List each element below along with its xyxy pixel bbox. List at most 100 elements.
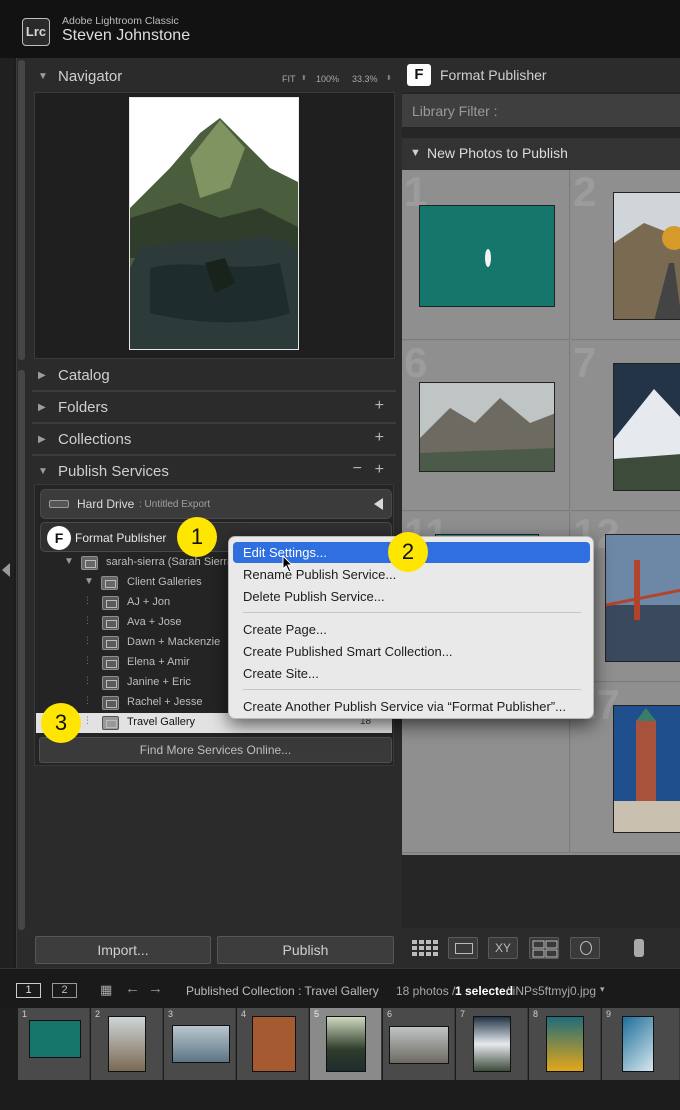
left-panel-scrollbar-lower[interactable] [18, 370, 25, 930]
grid-cell[interactable]: 2 [571, 168, 680, 340]
expand-dots-icon[interactable]: ⋮ [83, 595, 92, 606]
zoom-fit-arrows-icon[interactable]: ⬍ [301, 74, 307, 82]
monitor-1-button[interactable]: 1 [16, 983, 41, 998]
collapse-triangle-icon[interactable]: ▼ [64, 556, 74, 567]
hard-drive-service[interactable]: Hard Drive : Untitled Export [40, 489, 392, 519]
people-view-icon[interactable] [570, 937, 600, 959]
find-more-services-button[interactable]: Find More Services Online... [39, 737, 392, 763]
gallery-name: Dawn + Mackenzie [127, 636, 221, 648]
film-thumb-selected[interactable]: 5 [310, 1008, 382, 1080]
grid-cell[interactable]: 7 [571, 339, 680, 511]
gallery-name: Janine + Eric [127, 676, 191, 688]
left-panel-scrollbar[interactable] [18, 60, 25, 360]
expand-dots-icon[interactable]: ⋮ [83, 655, 92, 666]
road-image [614, 193, 680, 319]
film-thumb[interactable]: 3 [164, 1008, 236, 1080]
boat-image [420, 206, 554, 306]
painter-icon[interactable] [624, 937, 654, 959]
grid-cell[interactable]: 6 [402, 339, 570, 511]
road-thumbnail[interactable] [613, 192, 680, 320]
expand-dots-icon[interactable]: ⋮ [83, 615, 92, 626]
publish-services-header[interactable]: ▼ Publish Services − + [32, 457, 396, 487]
zoom-100[interactable]: 100% [316, 74, 339, 84]
compare-view-icon[interactable]: XY [488, 937, 518, 959]
import-button[interactable]: Import... [35, 936, 211, 964]
navigator-image[interactable] [129, 97, 299, 350]
forward-arrow-icon[interactable]: → [148, 980, 163, 997]
callout-3: 3 [41, 703, 81, 743]
delete-service-menu-item[interactable]: Delete Publish Service... [233, 586, 590, 607]
create-another-service-menu-item[interactable]: Create Another Publish Service via “Form… [233, 696, 590, 717]
dropdown-arrow-icon[interactable]: ▾ [600, 984, 605, 995]
callout-2: 2 [388, 532, 428, 572]
user-name[interactable]: Steven Johnstone [62, 27, 190, 45]
grid-cell[interactable]: 1 [402, 168, 570, 340]
zoom-custom[interactable]: 33.3% [352, 74, 378, 84]
grid-icon[interactable]: ▦ [100, 982, 112, 998]
expand-dots-icon[interactable]: ⋮ [83, 695, 92, 706]
film-thumb[interactable]: 7 [456, 1008, 528, 1080]
film-thumb[interactable]: 2 [91, 1008, 163, 1080]
golden-gate-image [606, 535, 680, 661]
collection-path[interactable]: Published Collection : Travel Gallery [186, 984, 379, 998]
spray-can-glyph [634, 939, 644, 957]
catalog-title: Catalog [58, 367, 110, 384]
expand-triangle-icon[interactable]: ▶ [38, 370, 46, 381]
zoom-custom-arrows-icon[interactable]: ⬍ [386, 74, 392, 82]
published-collection-icon [102, 596, 119, 610]
collapse-left-panel-icon[interactable] [2, 563, 10, 577]
film-thumb[interactable]: 8 [529, 1008, 601, 1080]
collapse-triangle-icon[interactable]: ▼ [38, 71, 48, 82]
mouse-cursor-icon [282, 555, 294, 573]
survey-glyph [532, 940, 558, 958]
publish-button[interactable]: Publish [217, 936, 394, 964]
expand-triangle-icon[interactable]: ▶ [38, 434, 46, 445]
film-thumb[interactable]: 9 [602, 1008, 680, 1080]
boat-thumbnail[interactable] [419, 205, 555, 307]
format-publisher-header: F Format Publisher [402, 58, 680, 92]
add-service-icon[interactable]: + [375, 461, 384, 479]
venice-tower-thumbnail[interactable] [613, 705, 680, 833]
loupe-view-icon[interactable] [448, 937, 478, 959]
snowpeak-thumbnail[interactable] [613, 363, 680, 491]
back-arrow-icon[interactable]: ← [125, 980, 140, 997]
add-folder-icon[interactable]: + [375, 397, 384, 415]
folders-header[interactable]: ▶ Folders + [32, 393, 396, 423]
collapse-triangle-icon[interactable]: ▼ [410, 147, 421, 159]
create-page-menu-item[interactable]: Create Page... [233, 619, 590, 640]
survey-view-icon[interactable] [529, 937, 559, 959]
left-panel-edge[interactable] [0, 58, 14, 968]
film-thumb[interactable]: 4 [237, 1008, 309, 1080]
film-number: 5 [314, 1009, 320, 1019]
monitor-2-button[interactable]: 2 [52, 983, 77, 998]
create-smart-collection-menu-item[interactable]: Create Published Smart Collection... [233, 641, 590, 662]
hard-drive-icon [49, 500, 69, 508]
create-site-menu-item[interactable]: Create Site... [233, 663, 590, 684]
navigator-header[interactable]: ▼ Navigator FIT ⬍ 100% 33.3% ⬍ [32, 62, 396, 92]
collections-header[interactable]: ▶ Collections + [32, 425, 396, 455]
golden-gate-thumbnail[interactable] [605, 534, 680, 662]
add-collection-icon[interactable]: + [375, 429, 384, 447]
expand-dots-icon[interactable]: ⋮ [83, 675, 92, 686]
collapse-triangle-icon[interactable]: ▼ [84, 576, 94, 587]
navigator-title: Navigator [58, 68, 123, 85]
expand-dots-icon[interactable]: ⋮ [83, 635, 92, 646]
collapse-arrow-icon[interactable] [374, 498, 383, 510]
film-image [473, 1016, 511, 1072]
gallery-name: Ava + Jose [127, 616, 182, 628]
collapse-triangle-icon[interactable]: ▼ [38, 466, 48, 477]
film-thumb[interactable]: 6 [383, 1008, 455, 1080]
mountain-thumbnail[interactable] [419, 382, 555, 472]
library-filter-bar[interactable]: Library Filter : [402, 94, 680, 127]
zoom-fit[interactable]: FIT [282, 74, 296, 84]
film-thumb[interactable]: 1 [18, 1008, 90, 1080]
expand-dots-icon[interactable]: ⋮ [83, 715, 92, 726]
catalog-header[interactable]: ▶ Catalog [32, 361, 396, 391]
expand-triangle-icon[interactable]: ▶ [38, 402, 46, 413]
grid-view-icon[interactable] [410, 937, 440, 959]
file-name[interactable]: / iNPs5ftmyj0.jpg [506, 984, 596, 998]
venice-tower-image [614, 706, 680, 832]
new-photos-section-header[interactable]: ▼ New Photos to Publish [402, 138, 680, 170]
remove-service-icon[interactable]: − [353, 460, 362, 478]
mountain-image [420, 383, 554, 471]
